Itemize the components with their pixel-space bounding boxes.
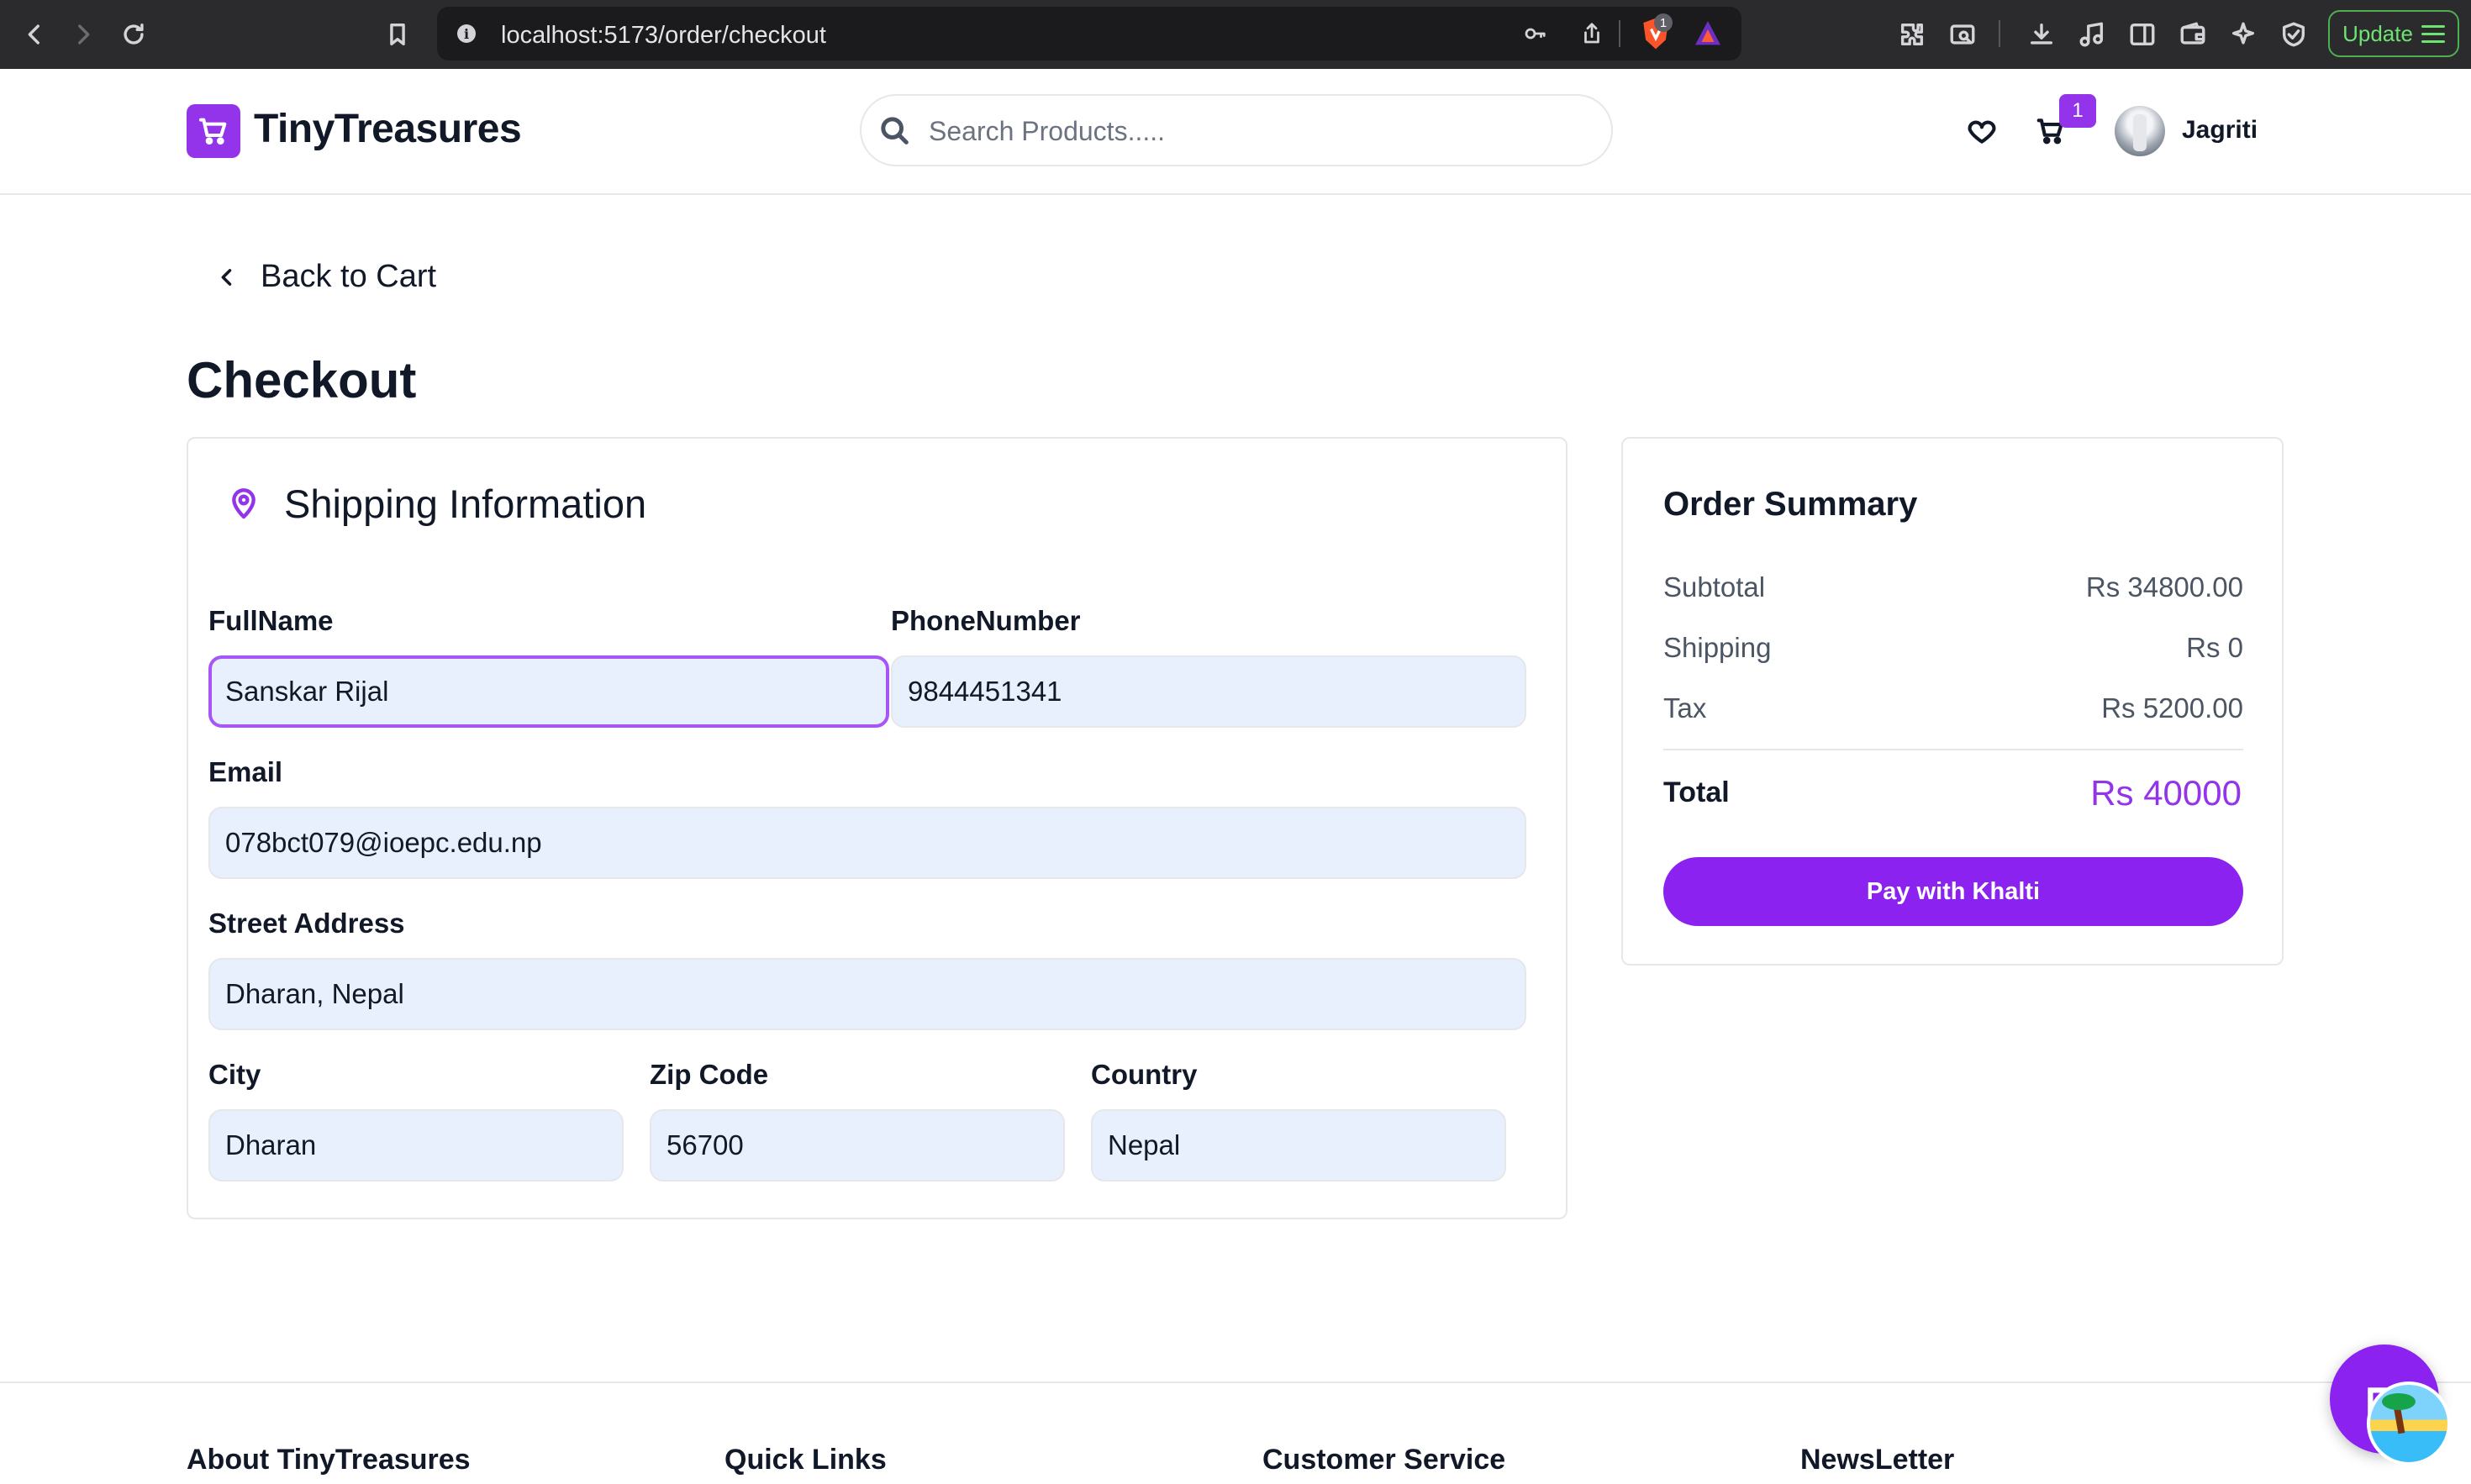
- phone-label: PhoneNumber: [891, 605, 1081, 636]
- wallet-icon[interactable]: [2173, 15, 2212, 54]
- tax-label: Tax: [1663, 692, 1707, 724]
- email-label: Email: [208, 756, 283, 787]
- city-input[interactable]: [208, 1109, 624, 1181]
- footer-about-heading: About TinyTreasures: [187, 1444, 471, 1476]
- email-input[interactable]: [208, 807, 1526, 879]
- brand-name[interactable]: TinyTreasures: [254, 106, 522, 152]
- subtotal-value: Rs 34800.00: [2085, 571, 2243, 603]
- page-title: Checkout: [187, 352, 417, 408]
- email-field: Email: [208, 756, 1526, 879]
- country-field: Country: [1091, 1059, 1506, 1181]
- cart-count-badge: 1: [2059, 94, 2096, 128]
- download-icon[interactable]: [2022, 15, 2061, 54]
- shield-count-badge: 1: [1654, 13, 1673, 32]
- footer-newsletter-heading: NewsLetter: [1800, 1444, 1955, 1476]
- street-address-input[interactable]: [208, 958, 1526, 1030]
- reader-icon[interactable]: [1943, 15, 1982, 54]
- divider: [1999, 20, 2000, 47]
- forward-arrow-icon[interactable]: [64, 15, 103, 54]
- full-name-input[interactable]: [208, 655, 889, 728]
- zip-code-input[interactable]: [650, 1109, 1065, 1181]
- address-bar[interactable]: i localhost:5173/order/checkout 1: [437, 7, 1741, 61]
- browser-toolbar: i localhost:5173/order/checkout 1 Update: [0, 0, 2471, 69]
- key-icon[interactable]: [1518, 17, 1552, 50]
- pay-with-khalti-button[interactable]: Pay with Khalti: [1663, 857, 2243, 926]
- footer-customer-service-heading: Customer Service: [1262, 1444, 1506, 1476]
- url-text[interactable]: localhost:5173/order/checkout: [501, 22, 826, 50]
- update-label: Update: [2342, 20, 2413, 46]
- sidebar-icon[interactable]: [2123, 15, 2162, 54]
- country-input[interactable]: [1091, 1109, 1506, 1181]
- total-value: Rs 40000: [2090, 773, 2242, 813]
- location-pin-icon: [232, 487, 256, 518]
- country-label: Country: [1091, 1059, 1198, 1090]
- tax-row: Tax Rs 5200.00: [1663, 692, 2243, 724]
- full-name-field: FullName: [208, 605, 889, 728]
- summary-divider: [1663, 749, 2243, 750]
- phone-input[interactable]: [891, 655, 1526, 728]
- chevron-left-icon: [221, 268, 232, 286]
- back-to-cart-label: Back to Cart: [261, 259, 437, 294]
- avatar[interactable]: [2115, 106, 2165, 156]
- cart-logo-icon[interactable]: [187, 104, 240, 158]
- user-name[interactable]: Jagriti: [2182, 116, 2258, 145]
- subtotal-row: Subtotal Rs 34800.00: [1663, 571, 2243, 603]
- tax-value: Rs 5200.00: [2101, 692, 2243, 724]
- music-icon[interactable]: [2073, 15, 2111, 54]
- site-header: TinyTreasures 1 Jagriti: [0, 69, 2471, 195]
- full-name-label: FullName: [208, 605, 334, 636]
- subtotal-label: Subtotal: [1663, 571, 1766, 603]
- street-address-field: Street Address: [208, 908, 1526, 1030]
- shipping-title: Shipping Information: [284, 482, 647, 526]
- menu-icon: [2421, 24, 2445, 43]
- back-to-cart-link[interactable]: Back to Cart: [215, 259, 436, 295]
- leo-ai-icon[interactable]: [2224, 15, 2263, 54]
- divider: [1619, 20, 1620, 47]
- shipping-section-header: Shipping Information: [227, 481, 646, 527]
- footer-quick-links-heading: Quick Links: [724, 1444, 887, 1476]
- share-icon[interactable]: [1575, 17, 1609, 50]
- shipping-form-card: Shipping Information FullName PhoneNumbe…: [187, 437, 1567, 1219]
- order-summary-card: Order Summary Subtotal Rs 34800.00 Shipp…: [1621, 437, 2284, 966]
- brave-rewards-icon[interactable]: [1689, 17, 1726, 50]
- site-footer: About TinyTreasures Quick Links Customer…: [0, 1381, 2471, 1484]
- back-arrow-icon[interactable]: [15, 15, 54, 54]
- chat-agent-avatar[interactable]: [2367, 1381, 2451, 1466]
- search-input[interactable]: [929, 108, 1584, 155]
- zip-code-field: Zip Code: [650, 1059, 1065, 1181]
- city-field: City: [208, 1059, 624, 1181]
- reload-icon[interactable]: [114, 15, 153, 54]
- zip-code-label: Zip Code: [650, 1059, 769, 1090]
- search-bar[interactable]: [860, 94, 1613, 166]
- total-label: Total: [1663, 776, 1730, 808]
- city-label: City: [208, 1059, 261, 1090]
- wishlist-heart-icon[interactable]: [1958, 108, 2005, 155]
- phone-field: PhoneNumber: [891, 605, 1526, 728]
- vpn-icon[interactable]: [2274, 15, 2313, 54]
- update-button[interactable]: Update: [2328, 10, 2459, 57]
- extensions-icon[interactable]: [1893, 15, 1931, 54]
- street-address-label: Street Address: [208, 908, 405, 939]
- bookmark-icon[interactable]: [378, 15, 417, 54]
- shipping-cost-value: Rs 0: [2186, 632, 2243, 663]
- order-summary-title: Order Summary: [1663, 486, 1918, 523]
- search-icon: [881, 117, 909, 145]
- shipping-cost-label: Shipping: [1663, 632, 1772, 663]
- shipping-cost-row: Shipping Rs 0: [1663, 632, 2243, 664]
- site-info-icon[interactable]: i: [449, 16, 484, 51]
